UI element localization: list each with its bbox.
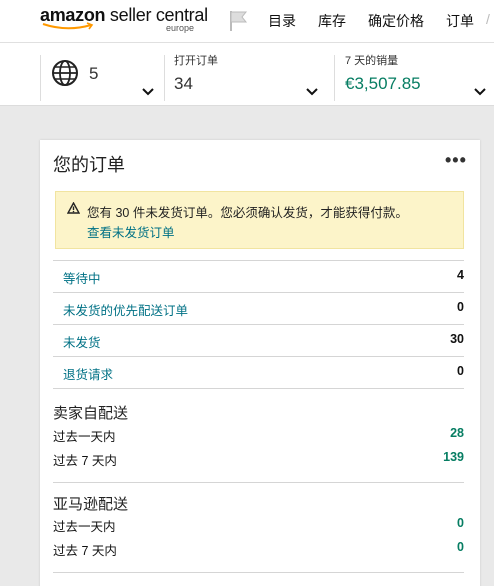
chevron-down-icon[interactable] [306,88,318,96]
nav-pricing[interactable]: 确定价格 [368,11,424,31]
row-label[interactable]: 未发货 [63,332,101,351]
nav-inventory[interactable]: 库存 [318,11,346,31]
alert-message: 您有 30 件未发货订单。您必须确认发货，才能获得付款。 [87,206,408,220]
period-label: 过去一天内 [53,520,116,534]
row-value: 0 [457,364,464,378]
fba-line-7days: 过去 7 天内 0 [53,540,464,558]
chevron-down-icon[interactable] [142,88,154,96]
nav-orders[interactable]: 订单 [446,11,474,31]
period-label: 过去一天内 [53,430,116,444]
section-title-fba: 亚马逊配送 [53,496,129,513]
logo-region: europe [165,23,194,33]
amazon-smile-icon [42,22,94,30]
period-value[interactable]: 139 [443,450,464,464]
marketplaces-count: 5 [89,64,99,83]
row-value: 4 [457,268,464,282]
mfn-line-7days: 过去 7 天内 139 [53,450,464,468]
orders-card: 您的订单 ••• 您有 30 件未发货订单。您必须确认发货，才能获得付款。 查看… [40,140,480,586]
card-title: 您的订单 [53,155,125,175]
order-row-return-requests[interactable]: 退货请求 0 [53,356,464,388]
order-row-premium-unshipped[interactable]: 未发货的优先配送订单 0 [53,292,464,324]
row-value: 30 [450,332,464,346]
sales-value[interactable]: €3,507.85 [345,74,421,94]
sales-label: 7 天的销量 [345,55,399,67]
warning-icon [67,202,80,214]
seller-central-logo[interactable]: amazon seller central europe [40,3,208,39]
row-label[interactable]: 等待中 [63,268,101,287]
divider [334,55,335,101]
open-orders-label: 打开订单 [174,55,218,67]
row-label[interactable]: 未发货的优先配送订单 [63,300,188,319]
order-row-pending[interactable]: 等待中 4 [53,260,464,292]
nav-catalog[interactable]: 目录 [268,11,296,31]
divider [40,55,41,101]
flag-icon[interactable] [227,9,249,33]
divider [53,482,464,483]
globe-icon[interactable] [51,59,79,87]
view-unshipped-link[interactable]: 查看未发货订单 [87,222,175,241]
chevron-down-icon[interactable] [474,88,486,96]
metrics-bar: 5 打开订单 34 7 天的销量 €3,507.85 [0,43,494,106]
divider [164,55,165,101]
section-title-mfn: 卖家自配送 [53,405,129,422]
nav-overflow[interactable]: / [486,11,490,31]
more-options-icon[interactable]: ••• [445,151,467,169]
period-label: 过去 7 天内 [53,544,117,558]
unshipped-alert: 您有 30 件未发货订单。您必须确认发货，才能获得付款。 查看未发货订单 [55,191,464,249]
main-menu: 目录 库存 确定价格 订单 / [268,11,494,31]
row-label[interactable]: 退货请求 [63,364,113,383]
divider [53,388,464,389]
top-navigation: amazon seller central europe 目录 库存 确定价格 … [0,0,494,43]
period-label: 过去 7 天内 [53,454,117,468]
order-row-unshipped[interactable]: 未发货 30 [53,324,464,356]
period-value[interactable]: 0 [457,540,464,554]
fba-line-1day: 过去一天内 0 [53,516,464,534]
mfn-line-1day: 过去一天内 28 [53,426,464,444]
row-value: 0 [457,300,464,314]
open-orders-value[interactable]: 34 [174,74,193,94]
logo-product: seller central [109,5,208,25]
period-value[interactable]: 28 [450,426,464,440]
period-value[interactable]: 0 [457,516,464,530]
divider [53,572,464,573]
